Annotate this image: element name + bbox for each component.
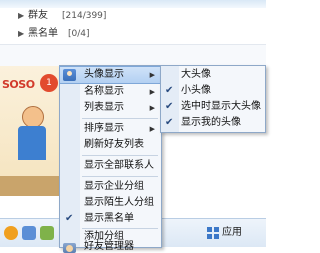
checkmark-icon: ✔ [65, 213, 74, 224]
menu-separator [82, 176, 158, 177]
menu-item-sort-display[interactable]: 排序显示 ▶ [60, 121, 161, 137]
expand-arrow-icon[interactable]: ▶ [18, 8, 24, 24]
submenu-item-label: 小头像 [181, 85, 211, 96]
banner-ground [0, 176, 60, 196]
menu-item-label: 显示黑名单 [84, 213, 134, 224]
menu-item-label: 排序显示 [84, 123, 124, 134]
friend-manager-icon [63, 243, 76, 253]
menu-item-label: 显示全部联系人 [84, 160, 154, 171]
checkmark-icon: ✔ [165, 117, 174, 128]
top-bar [0, 0, 266, 8]
group-name: 黑名单 [28, 28, 58, 39]
group-count: [214/399] [62, 11, 107, 21]
menu-item-show-all-contacts[interactable]: 显示全部联系人 [60, 158, 161, 174]
submenu-item-label: 大头像 [181, 69, 211, 80]
menu-separator [82, 155, 158, 156]
apps-grid-icon [207, 227, 219, 239]
menu-item-show-blacklist[interactable]: ✔ 显示黑名单 [60, 211, 161, 227]
menu-item-avatar-display[interactable]: 头像显示 ▶ [59, 66, 162, 84]
submenu-item-small-avatar[interactable]: ✔ 小头像 [161, 83, 265, 99]
menu-item-show-stranger-group[interactable]: 显示陌生人分组 [60, 195, 161, 211]
menu-item-label: 列表显示 [84, 102, 124, 113]
submenu-arrow-icon: ▶ [149, 125, 155, 133]
submenu-arrow-icon: ▶ [149, 71, 155, 79]
banner-badge: 1 [40, 74, 58, 92]
context-menu: 头像显示 ▶ 名称显示 ▶ 列表显示 ▶ 排序显示 ▶ 刷新好友列表 显示全部联… [59, 65, 162, 253]
menu-item-name-display[interactable]: 名称显示 ▶ [60, 84, 161, 100]
menu-item-label: 好友管理器 [84, 241, 134, 252]
submenu-arrow-icon: ▶ [149, 88, 155, 96]
submenu-item-large-avatar[interactable]: 大头像 [161, 67, 265, 83]
menu-item-show-enterprise-group[interactable]: 显示企业分组 [60, 179, 161, 195]
banner-character-image [10, 106, 52, 166]
submenu-item-show-my-avatar[interactable]: ✔ 显示我的头像 [161, 115, 265, 131]
menu-item-refresh-friends[interactable]: 刷新好友列表 [60, 137, 161, 153]
checkmark-icon: ✔ [165, 101, 174, 112]
group-count: [0/4] [68, 29, 90, 39]
mail-icon[interactable] [22, 226, 36, 240]
menu-item-label: 显示企业分组 [84, 181, 144, 192]
settings-icon[interactable] [40, 226, 54, 240]
expand-arrow-icon[interactable]: ▶ [18, 26, 24, 42]
submenu-item-label: 选中时显示大头像 [181, 101, 261, 112]
apps-label: 应用 [222, 227, 242, 238]
qzone-icon[interactable] [4, 226, 18, 240]
menu-item-label: 刷新好友列表 [84, 139, 144, 150]
menu-item-label: 头像显示 [84, 69, 124, 80]
group-name: 群友 [28, 10, 48, 21]
submenu-item-label: 显示我的头像 [181, 117, 241, 128]
ad-banner[interactable]: SOSO 1 [0, 66, 60, 196]
banner-logo: SOSO [2, 78, 35, 91]
submenu-item-large-avatar-on-select[interactable]: ✔ 选中时显示大头像 [161, 99, 265, 115]
menu-item-list-display[interactable]: 列表显示 ▶ [60, 100, 161, 116]
avatar-display-icon [63, 69, 76, 81]
checkmark-icon: ✔ [165, 85, 174, 96]
menu-separator [82, 118, 158, 119]
menu-item-label: 名称显示 [84, 86, 124, 97]
submenu-arrow-icon: ▶ [149, 104, 155, 112]
avatar-display-submenu: 大头像 ✔ 小头像 ✔ 选中时显示大头像 ✔ 显示我的头像 [160, 65, 266, 133]
menu-item-label: 显示陌生人分组 [84, 197, 154, 208]
list-empty-area [0, 44, 266, 67]
